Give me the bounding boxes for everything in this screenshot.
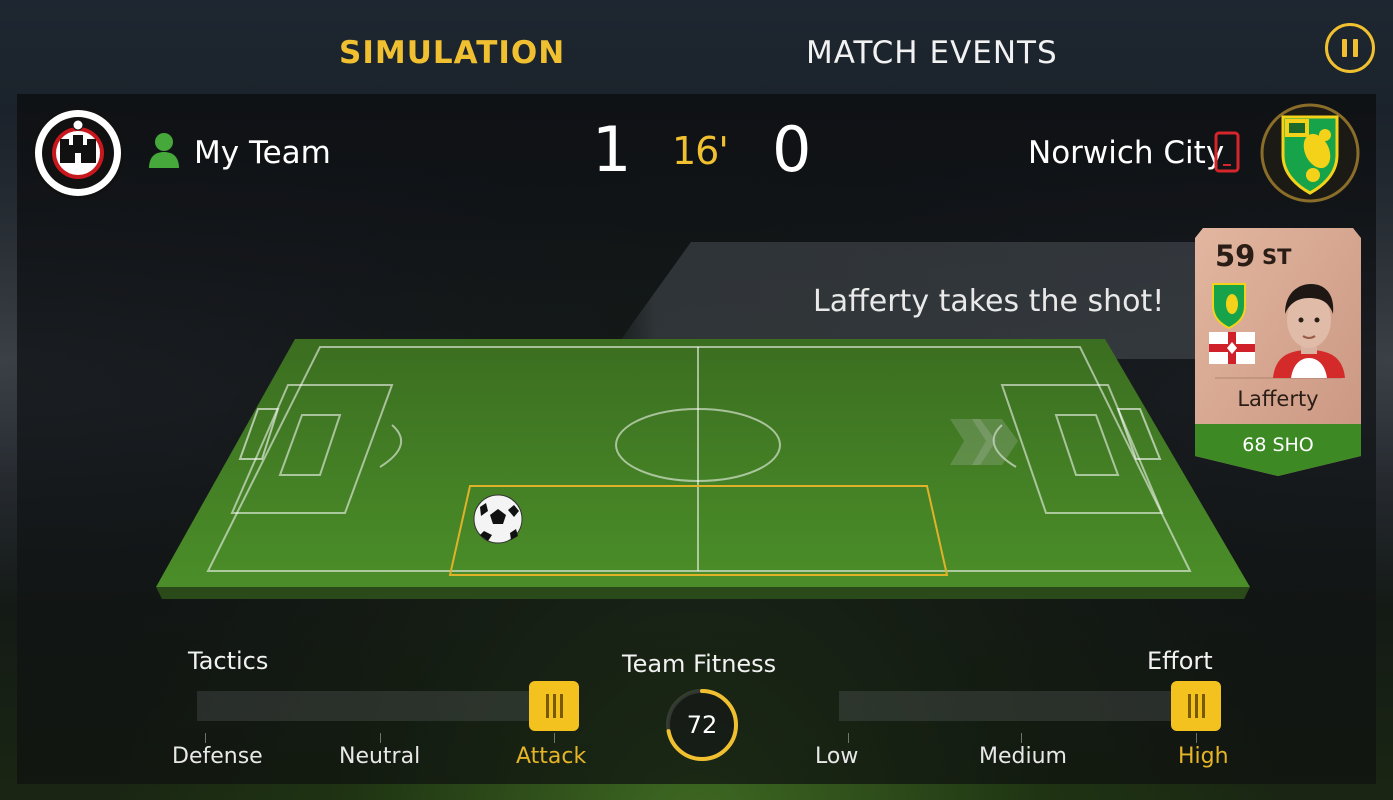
player-name: Lafferty <box>1237 387 1319 411</box>
effort-option-low[interactable]: Low <box>815 743 858 771</box>
grip-line <box>553 694 556 718</box>
pause-button[interactable] <box>1325 23 1375 73</box>
player-position: ST <box>1262 245 1292 269</box>
tactics-tick <box>380 733 381 743</box>
tactics-option-neutral[interactable]: Neutral <box>339 743 420 771</box>
tactics-option-attack[interactable]: Attack <box>516 743 586 771</box>
tab-match-events[interactable]: MATCH EVENTS <box>806 34 1058 72</box>
effort-tick <box>848 733 849 743</box>
grip-line <box>1202 694 1205 718</box>
effort-option-high[interactable]: High <box>1178 743 1229 771</box>
effort-tick <box>1196 733 1197 743</box>
grip-line <box>1195 694 1198 718</box>
tactics-slider-handle[interactable] <box>529 681 579 731</box>
team-fitness-label: Team Fitness <box>622 650 777 678</box>
home-score: 1 <box>592 113 632 186</box>
away-score: 0 <box>772 113 812 186</box>
tactics-slider-track[interactable] <box>197 691 577 721</box>
tab-simulation[interactable]: SIMULATION <box>339 34 565 72</box>
team-fitness-value: 72 <box>686 711 718 739</box>
player-rating: 59 <box>1215 239 1256 273</box>
grip-line <box>546 694 549 718</box>
norwich-crest-icon <box>1255 103 1365 203</box>
user-icon <box>148 132 180 168</box>
effort-option-medium[interactable]: Medium <box>979 743 1067 771</box>
bohemian-crest-icon <box>30 105 126 201</box>
effort-tick <box>1021 733 1022 743</box>
tactics-label: Tactics <box>188 647 269 675</box>
match-clock: 16' <box>672 129 729 173</box>
tactics-tick <box>205 733 206 743</box>
player-stat: 68 SHO <box>1242 434 1314 456</box>
effort-slider-handle[interactable] <box>1171 681 1221 731</box>
top-navigation: SIMULATION MATCH EVENTS <box>0 0 1393 95</box>
home-team-name: My Team <box>194 135 331 171</box>
pause-icon <box>1342 39 1347 57</box>
event-text: Lafferty takes the shot! <box>813 284 1165 319</box>
grip-line <box>1188 694 1191 718</box>
tactics-tick <box>554 733 555 743</box>
phone-icon <box>1213 131 1241 173</box>
grip-line <box>560 694 563 718</box>
away-team-name: Norwich City <box>1028 135 1225 171</box>
effort-label: Effort <box>1147 647 1213 675</box>
pitch <box>150 335 1250 605</box>
tactics-option-defense[interactable]: Defense <box>172 743 263 771</box>
pause-icon-bar <box>1353 39 1358 57</box>
effort-slider-track[interactable] <box>839 691 1219 721</box>
